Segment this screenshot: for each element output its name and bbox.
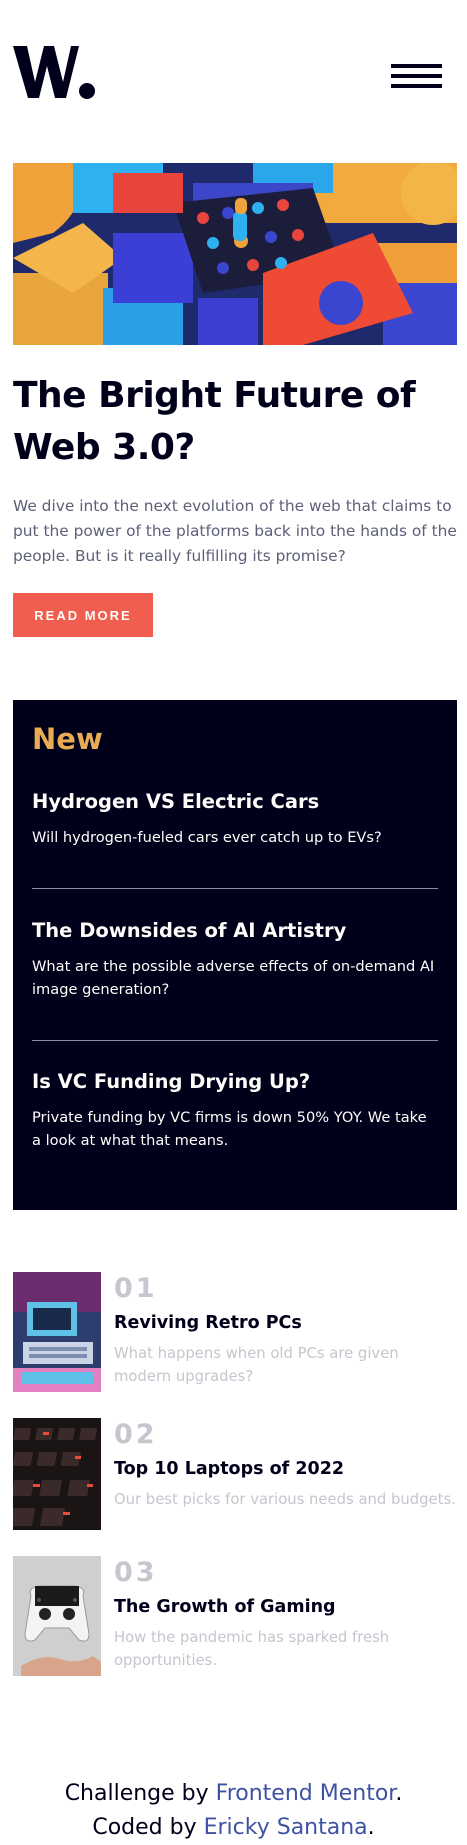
new-panel-heading: New [32, 722, 103, 756]
web3-blocks-illustration-icon [13, 163, 457, 345]
article-item[interactable]: 03 The Growth of Gaming How the pandemic… [13, 1556, 457, 1676]
hamburger-menu-icon[interactable] [391, 64, 442, 88]
article-item[interactable]: 02 Top 10 Laptops of 2022 Our best picks… [13, 1418, 457, 1530]
footer-coded-prefix: Coded by [92, 1815, 204, 1840]
author-link[interactable]: Ericky Santana [204, 1815, 368, 1840]
article-description: How the pandemic has sparked fresh oppor… [114, 1629, 390, 1669]
article-title[interactable]: Reviving Retro PCs [114, 1310, 457, 1336]
new-item-title[interactable]: Hydrogen VS Electric Cars [32, 788, 438, 816]
new-item[interactable]: Hydrogen VS Electric Cars Will hydrogen-… [32, 788, 438, 849]
footer-line-challenge: Challenge by Frontend Mentor. [0, 1777, 467, 1811]
article-title[interactable]: Top 10 Laptops of 2022 [114, 1456, 457, 1482]
article-text: 01 Reviving Retro PCs What happens when … [114, 1272, 457, 1388]
article-text: 03 The Growth of Gaming How the pandemic… [114, 1556, 457, 1672]
hero-image [13, 163, 457, 345]
game-controller-photo-icon [13, 1556, 101, 1676]
article-text: 02 Top 10 Laptops of 2022 Our best picks… [114, 1418, 457, 1511]
header [13, 44, 455, 104]
read-more-button[interactable]: READ MORE [13, 593, 153, 637]
hamburger-bar [391, 84, 442, 88]
hero-description: We dive into the next evolution of the w… [13, 497, 457, 565]
article-number: 02 [114, 1419, 158, 1450]
read-more-label: READ MORE [34, 607, 132, 623]
footer-challenge-suffix: . [395, 1781, 403, 1806]
footer-line-coded: Coded by Ericky Santana. [0, 1811, 467, 1845]
laptop-keyboard-photo-icon [13, 1418, 101, 1530]
hero-title: The Bright Future of Web 3.0? [13, 375, 416, 468]
new-item-title[interactable]: The Downsides of AI Artistry [32, 917, 438, 945]
frontend-mentor-link[interactable]: Frontend Mentor [216, 1781, 396, 1806]
page: The Bright Future of Web 3.0? We dive in… [0, 0, 467, 1845]
logo-icon[interactable] [13, 44, 95, 100]
new-item-title[interactable]: Is VC Funding Drying Up? [32, 1068, 438, 1096]
divider [32, 888, 438, 889]
article-description: Our best picks for various needs and bud… [114, 1491, 456, 1508]
hamburger-bar [391, 64, 442, 68]
retro-pc-photo-icon [13, 1272, 101, 1392]
article-item[interactable]: 01 Reviving Retro PCs What happens when … [13, 1272, 457, 1392]
article-description: What happens when old PCs are given mode… [114, 1345, 399, 1385]
new-item[interactable]: Is VC Funding Drying Up? Private funding… [32, 1068, 438, 1152]
new-item-text: Private funding by VC firms is down 50% … [32, 1109, 427, 1149]
new-articles-panel: New Hydrogen VS Electric Cars Will hydro… [13, 700, 457, 1210]
new-item[interactable]: The Downsides of AI Artistry What are th… [32, 917, 438, 1001]
footer: Challenge by Frontend Mentor. Coded by E… [0, 1777, 467, 1845]
divider [32, 1040, 438, 1041]
article-number: 03 [114, 1557, 158, 1588]
footer-challenge-prefix: Challenge by [64, 1781, 216, 1806]
hamburger-bar [391, 74, 442, 78]
new-item-text: What are the possible adverse effects of… [32, 958, 435, 998]
article-number: 01 [114, 1273, 158, 1304]
footer-coded-suffix: . [367, 1815, 375, 1840]
article-title[interactable]: The Growth of Gaming [114, 1594, 457, 1620]
new-item-text: Will hydrogen-fueled cars ever catch up … [32, 829, 382, 846]
